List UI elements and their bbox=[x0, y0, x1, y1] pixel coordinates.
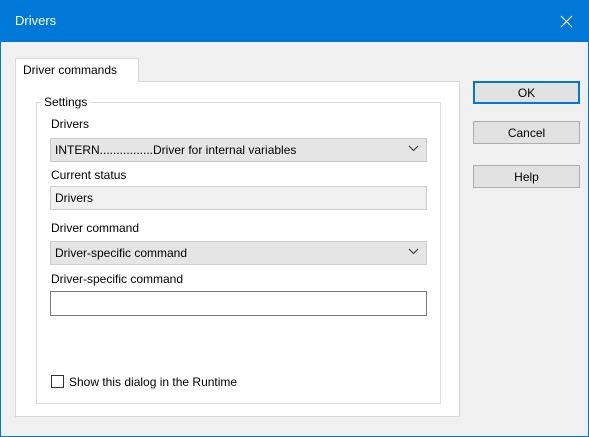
close-icon bbox=[560, 15, 572, 27]
window-border-left bbox=[0, 42, 1, 437]
tab-driver-commands[interactable]: Driver commands bbox=[15, 58, 139, 82]
drivers-label: Drivers bbox=[51, 117, 89, 131]
help-button-label: Help bbox=[514, 169, 539, 184]
driver-specific-command-input[interactable] bbox=[50, 291, 427, 316]
driver-command-select-value: Driver-specific command bbox=[55, 246, 188, 260]
ok-button[interactable]: OK bbox=[473, 81, 580, 104]
driver-command-label: Driver command bbox=[51, 221, 140, 235]
driver-command-select[interactable]: Driver-specific command bbox=[50, 241, 427, 265]
drivers-select[interactable]: INTERN................Driver for interna… bbox=[50, 138, 427, 162]
window-title: Drivers bbox=[15, 13, 57, 28]
chevron-down-icon bbox=[408, 248, 419, 255]
current-status-value: Drivers bbox=[55, 191, 93, 205]
title-bar: Drivers bbox=[0, 0, 589, 42]
driver-specific-command-label: Driver-specific command bbox=[51, 272, 184, 286]
help-button[interactable]: Help bbox=[473, 165, 580, 188]
current-status-label: Current status bbox=[51, 168, 127, 182]
drivers-select-value: INTERN................Driver for interna… bbox=[55, 143, 297, 157]
show-in-runtime-label[interactable]: Show this dialog in the Runtime bbox=[69, 375, 237, 389]
chevron-down-icon bbox=[408, 145, 419, 152]
ok-button-label: OK bbox=[517, 85, 536, 100]
cancel-button[interactable]: Cancel bbox=[473, 121, 580, 144]
close-button[interactable] bbox=[543, 0, 589, 42]
drivers-dialog: Drivers Driver commands Settings Drivers… bbox=[0, 0, 589, 437]
settings-legend: Settings bbox=[41, 95, 91, 109]
show-in-runtime-checkbox[interactable] bbox=[51, 375, 64, 388]
tab-label: Driver commands bbox=[23, 63, 118, 77]
cancel-button-label: Cancel bbox=[507, 125, 546, 140]
current-status-field: Drivers bbox=[50, 186, 427, 210]
